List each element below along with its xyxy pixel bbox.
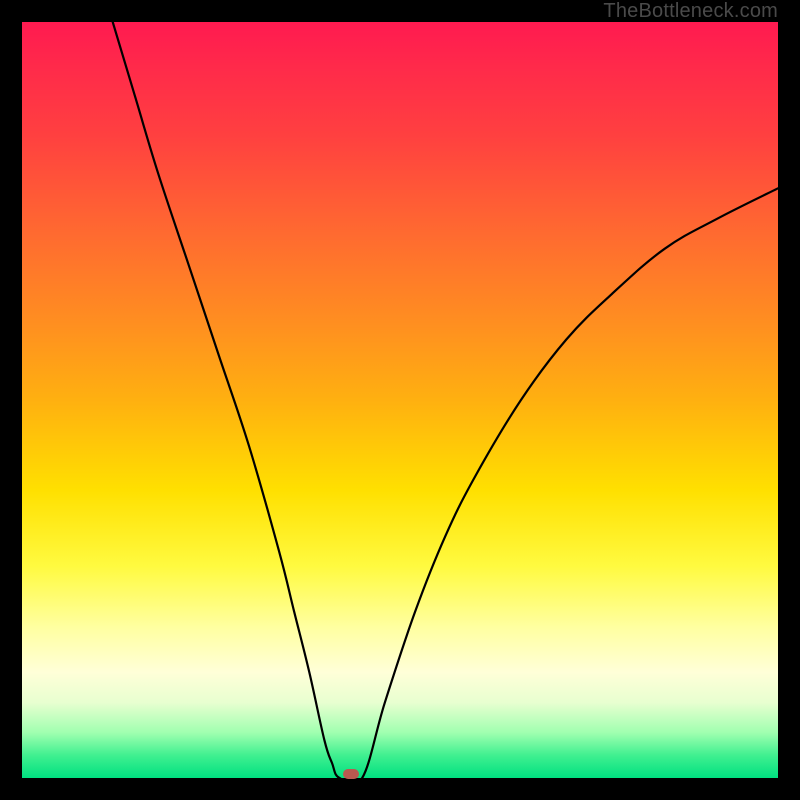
chart-frame: TheBottleneck.com <box>0 0 800 800</box>
watermark-text: TheBottleneck.com <box>603 0 778 23</box>
plot-area <box>22 22 778 778</box>
bottleneck-curve <box>22 22 778 778</box>
optimum-marker <box>343 769 359 779</box>
